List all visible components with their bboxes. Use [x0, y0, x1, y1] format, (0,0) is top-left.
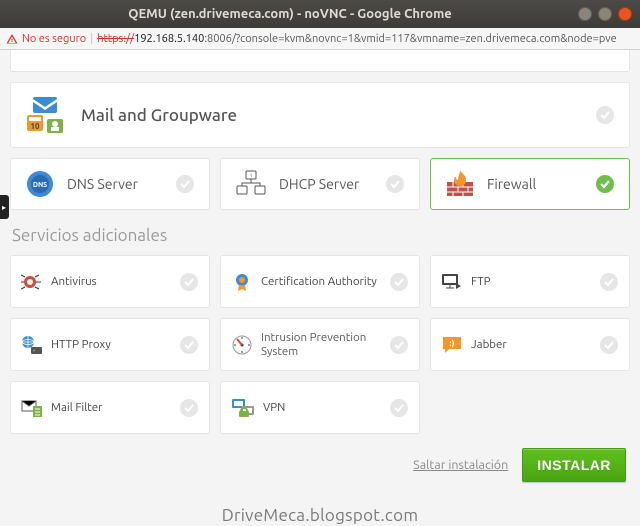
security-warning-icon[interactable]	[6, 33, 18, 45]
antivirus-icon	[21, 271, 43, 293]
check-icon	[599, 335, 619, 355]
url-display[interactable]: https://192.168.5.140:8006/?console=kvm&…	[97, 33, 634, 45]
svg-text:1: 1	[250, 172, 253, 178]
service-label: Certification Authority	[261, 275, 381, 288]
check-icon	[595, 105, 615, 125]
dns-icon: DNS	[25, 169, 55, 199]
check-icon	[385, 174, 405, 194]
service-label: Mail Filter	[51, 401, 171, 414]
service-card-jabber[interactable]: :) Jabber	[430, 318, 630, 371]
url-host: 192.168.5.140	[134, 33, 204, 45]
ips-icon	[231, 334, 253, 356]
install-button[interactable]: INSTALAR	[522, 448, 626, 482]
window-close-button[interactable]	[618, 7, 632, 21]
window-titlebar: QEMU (zen.drivemeca.com) - noVNC - Googl…	[0, 0, 640, 28]
check-icon	[179, 272, 199, 292]
svg-text::): :)	[450, 339, 455, 348]
service-label: Antivirus	[51, 275, 171, 288]
url-rest: :8006/?console=kvm&novnc=1&vmid=117&vmna…	[204, 33, 616, 45]
page-content: ▸ 10 Mail and Groupware	[0, 50, 640, 526]
check-icon	[179, 398, 199, 418]
check-icon	[175, 174, 195, 194]
check-icon	[389, 335, 409, 355]
browser-window: QEMU (zen.drivemeca.com) - noVNC - Googl…	[0, 0, 640, 526]
svg-text:10: 10	[30, 122, 40, 131]
card-stub-top	[10, 50, 630, 72]
jabber-icon: :)	[441, 335, 463, 355]
addr-separator: |	[90, 33, 93, 45]
firewall-icon	[445, 170, 475, 198]
svg-text:DNS: DNS	[33, 181, 47, 189]
window-maximize-button[interactable]	[598, 7, 612, 21]
service-card-mailfilter[interactable]: Mail Filter	[10, 381, 210, 434]
mailfilter-icon	[21, 398, 43, 418]
security-warning-label: No es seguro	[22, 33, 86, 45]
mail-icon: 10	[25, 95, 69, 135]
certificate-icon	[231, 271, 253, 293]
service-label: DNS Server	[67, 176, 163, 192]
service-label: Intrusion Prevention System	[261, 331, 381, 359]
service-label: FTP	[471, 275, 591, 288]
watermark: DriveMeca.blogspot.com	[222, 506, 419, 525]
check-icon-selected	[595, 174, 615, 194]
service-label: VPN	[263, 401, 381, 414]
check-icon	[179, 335, 199, 355]
service-label: HTTP Proxy	[51, 338, 171, 351]
service-card-ca[interactable]: Certification Authority	[220, 255, 420, 308]
check-icon	[389, 272, 409, 292]
service-label: DHCP Server	[279, 176, 373, 192]
service-card-dhcp[interactable]: 1 DHCP Server	[220, 158, 420, 210]
window-minimize-button[interactable]	[578, 7, 592, 21]
service-card-ftp[interactable]: FTP	[430, 255, 630, 308]
service-label: Firewall	[487, 176, 583, 192]
footer: Saltar instalación INSTALAR	[10, 434, 630, 482]
url-scheme: https://	[97, 33, 134, 45]
additional-services-title: Servicios adicionales	[12, 226, 630, 245]
check-icon	[599, 272, 619, 292]
service-label: Jabber	[471, 338, 591, 351]
ftp-icon	[441, 273, 463, 291]
service-card-vpn[interactable]: VPN	[220, 381, 420, 434]
vpn-icon	[231, 398, 255, 418]
proxy-icon	[21, 335, 43, 355]
novnc-edge-tab[interactable]: ▸	[0, 195, 9, 219]
window-title: QEMU (zen.drivemeca.com) - noVNC - Googl…	[8, 7, 572, 21]
service-card-httpproxy[interactable]: HTTP Proxy	[10, 318, 210, 371]
service-label: Mail and Groupware	[81, 106, 583, 125]
dhcp-icon: 1	[235, 170, 267, 198]
skip-install-link[interactable]: Saltar instalación	[413, 458, 508, 472]
grid-empty-cell	[430, 381, 630, 434]
check-icon	[389, 398, 409, 418]
address-bar: No es seguro | https://192.168.5.140:800…	[0, 28, 640, 50]
service-card-ips[interactable]: Intrusion Prevention System	[220, 318, 420, 371]
service-card-firewall[interactable]: Firewall	[430, 158, 630, 210]
service-card-antivirus[interactable]: Antivirus	[10, 255, 210, 308]
service-card-mail[interactable]: 10 Mail and Groupware	[10, 82, 630, 148]
service-card-dns[interactable]: DNS DNS Server	[10, 158, 210, 210]
